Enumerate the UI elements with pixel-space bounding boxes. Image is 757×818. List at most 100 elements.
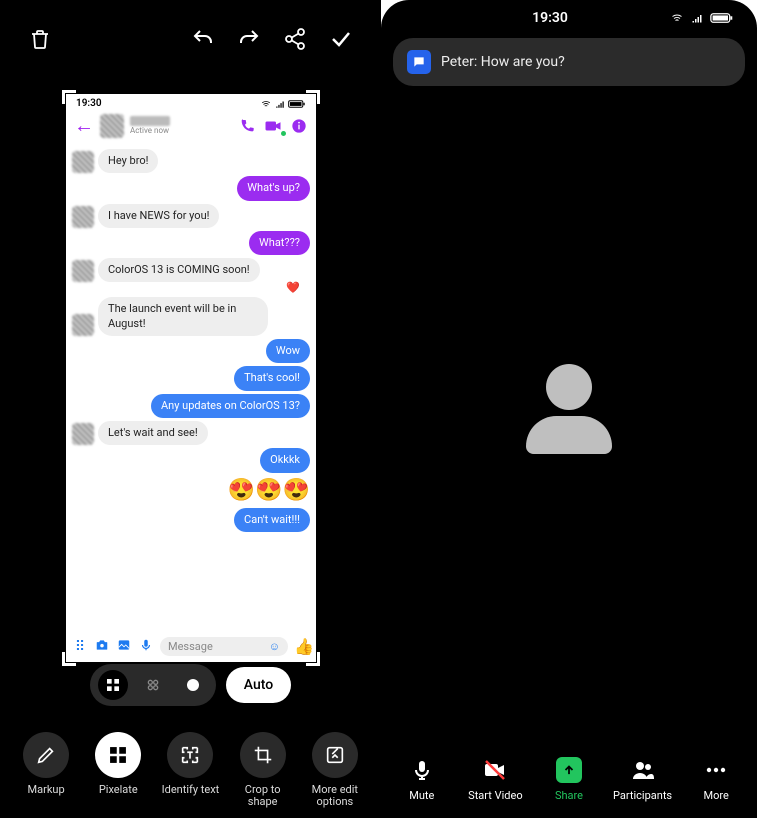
screenshot-time: 19:30 [76, 98, 102, 109]
outgoing-message-row: That's cool! [72, 366, 310, 390]
button-label: Start Video [468, 789, 522, 802]
participants-icon [628, 755, 658, 785]
more-button[interactable]: More [682, 755, 750, 802]
editor-bottom-tools: Markup Pixelate Identify text Crop to sh… [0, 732, 381, 808]
crop-handle-tl[interactable] [62, 90, 76, 104]
tool-label: More edit options [303, 784, 367, 808]
messages-app-icon [407, 50, 431, 74]
call-controls: Mute Start Video Share Participants More [381, 747, 757, 814]
active-status: Active now [130, 126, 232, 135]
participant-avatar-placeholder [519, 364, 619, 454]
incoming-message-row: The launch event will be in August! [72, 297, 310, 336]
chat-input-bar: ⠿ Message ☺ 👍 [66, 633, 316, 662]
screenshot-canvas[interactable]: 19:30 ← Active now [66, 94, 316, 662]
back-icon[interactable]: ← [74, 113, 94, 138]
chat-messages: Hey bro! What's up? I have NEWS for you! Wh… [66, 142, 316, 633]
button-label: Share [555, 789, 583, 802]
message-bubble[interactable]: Okkkk [260, 448, 310, 472]
message-reaction: ❤️ [72, 281, 300, 294]
message-bubble[interactable]: ColorOS 13 is COMING soon! [98, 258, 260, 282]
contact-avatar[interactable] [100, 114, 124, 138]
message-placeholder: Message [168, 640, 213, 653]
participants-button[interactable]: Participants [609, 755, 677, 802]
status-time: 19:30 [431, 10, 669, 26]
mic-icon[interactable] [138, 638, 154, 656]
redo-button[interactable] [237, 27, 261, 55]
emoji-icon[interactable]: ☺ [269, 640, 280, 653]
delete-button[interactable] [28, 27, 52, 55]
tool-label: Crop to shape [231, 784, 295, 808]
message-input[interactable]: Message ☺ [160, 637, 288, 656]
gallery-icon[interactable] [116, 638, 132, 656]
outgoing-message-row: Wow [72, 339, 310, 363]
message-bubble[interactable]: The launch event will be in August! [98, 297, 268, 336]
share-button[interactable] [283, 27, 307, 55]
message-bubble[interactable]: Hey bro! [98, 149, 158, 173]
phone-statusbar: 19:30 [381, 0, 757, 32]
video-off-icon [480, 755, 510, 785]
video-call-icon[interactable] [264, 117, 282, 135]
message-bubble[interactable]: What??? [249, 231, 310, 255]
message-bubble[interactable]: What's up? [237, 176, 310, 200]
pixelate-style-blur[interactable] [138, 670, 168, 700]
button-label: Participants [613, 789, 672, 802]
message-bubble[interactable]: Let's wait and see! [98, 421, 208, 445]
message-bubble[interactable]: I have NEWS for you! [98, 204, 219, 228]
emoji-message: 😍😍😍 [72, 476, 310, 505]
voice-call-icon[interactable] [238, 117, 256, 135]
more-icon [701, 755, 731, 785]
message-bubble[interactable]: Wow [266, 339, 310, 363]
tool-pixelate[interactable]: Pixelate [86, 732, 150, 796]
sender-avatar [72, 260, 94, 282]
outgoing-message-row: Okkkk [72, 448, 310, 472]
mic-icon [407, 755, 437, 785]
message-bubble[interactable]: That's cool! [234, 366, 310, 390]
tool-identify-text[interactable]: Identify text [158, 732, 222, 796]
incoming-message-row: ColorOS 13 is COMING soon! [72, 258, 310, 282]
message-bubble[interactable]: Can't wait!!! [234, 508, 310, 532]
pixelate-style-pill [90, 664, 216, 706]
tool-label: Identify text [162, 784, 220, 796]
battery-icon [709, 12, 735, 24]
wifi-icon [669, 12, 685, 24]
battery-icon [288, 99, 306, 109]
tool-label: Markup [28, 784, 65, 796]
button-label: Mute [409, 789, 434, 802]
notification-banner[interactable]: Peter: How are you? [393, 38, 745, 86]
tool-more-edit[interactable]: More edit options [303, 732, 367, 808]
screenshot-editor-panel: 19:30 ← Active now [0, 0, 381, 818]
sender-avatar [72, 423, 94, 445]
pixelate-style-solid[interactable] [178, 670, 208, 700]
start-video-button[interactable]: Start Video [461, 755, 529, 802]
contact-name-blurred [130, 116, 170, 126]
confirm-button[interactable] [329, 27, 353, 55]
chat-header: ← Active now [66, 109, 316, 142]
tool-crop-to-shape[interactable]: Crop to shape [231, 732, 295, 808]
tool-label: Pixelate [99, 784, 138, 796]
tool-markup[interactable]: Markup [14, 732, 78, 796]
auto-button[interactable]: Auto [226, 667, 291, 703]
mute-button[interactable]: Mute [388, 755, 456, 802]
contact-name-block: Active now [130, 116, 232, 135]
sender-avatar [72, 151, 94, 173]
wifi-icon [260, 99, 272, 109]
info-icon[interactable] [290, 117, 308, 135]
editor-top-toolbar [0, 0, 381, 78]
outgoing-message-row: Can't wait!!! [72, 508, 310, 532]
undo-button[interactable] [191, 27, 215, 55]
pixelate-style-mosaic[interactable] [98, 670, 128, 700]
incoming-message-row: Hey bro! [72, 149, 310, 173]
message-bubble[interactable]: Any updates on ColorOS 13? [151, 394, 310, 418]
camera-icon[interactable] [94, 638, 110, 656]
outgoing-message-row: What's up? [72, 176, 310, 200]
crop-handle-tr[interactable] [306, 90, 320, 104]
incoming-message-row: I have NEWS for you! [72, 204, 310, 228]
share-screen-icon [554, 755, 584, 785]
share-button[interactable]: Share [535, 755, 603, 802]
outgoing-message-row: What??? [72, 231, 310, 255]
screenshot-statusbar: 19:30 [66, 94, 316, 109]
pixelate-options-row: Auto [0, 664, 381, 706]
signal-icon [274, 99, 286, 109]
outgoing-message-row: Any updates on ColorOS 13? [72, 394, 310, 418]
button-label: More [704, 789, 729, 802]
